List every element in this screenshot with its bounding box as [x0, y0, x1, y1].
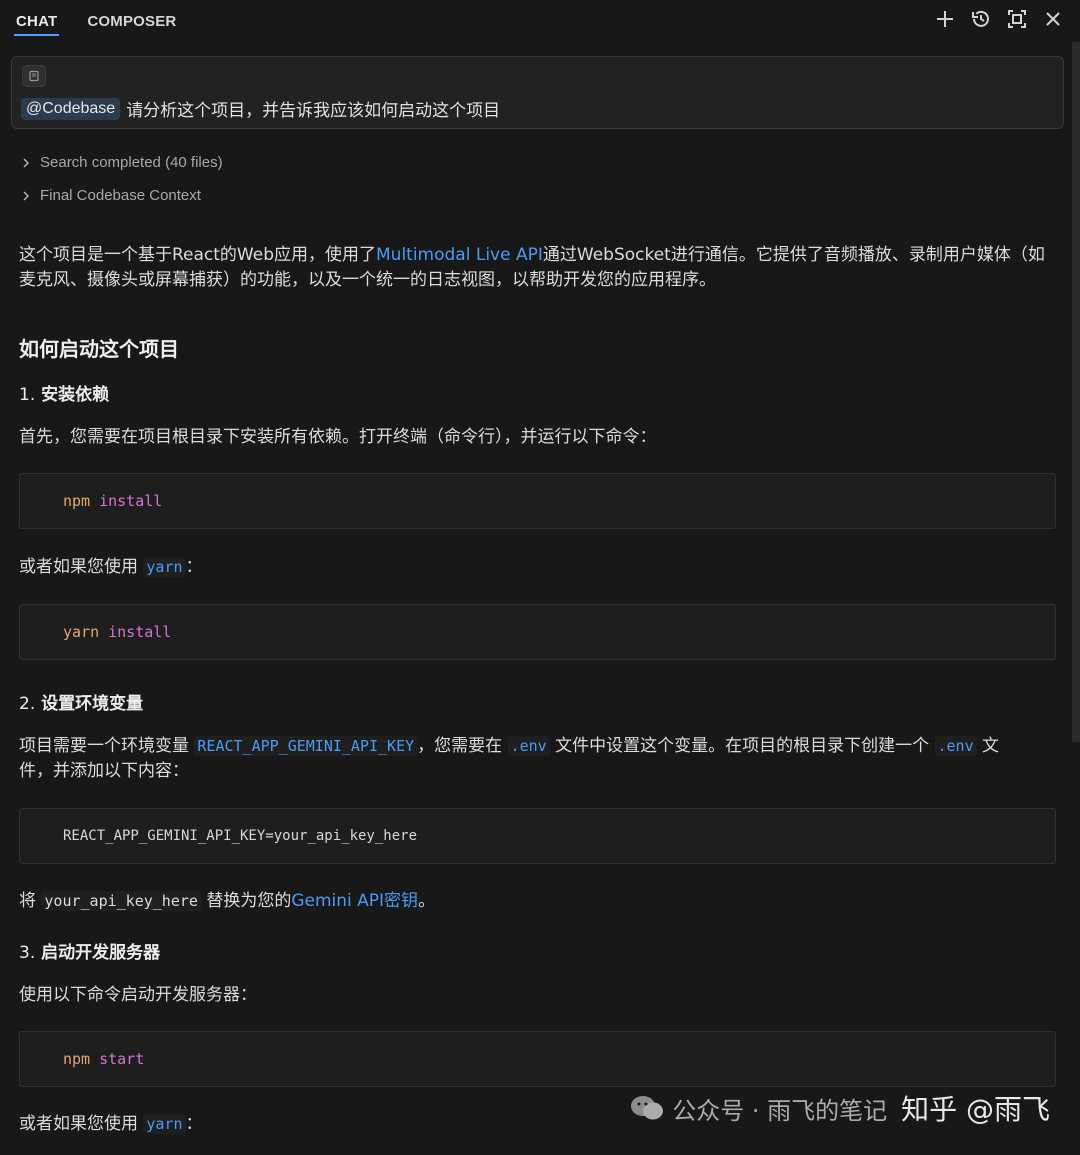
scrollbar[interactable] — [1072, 42, 1080, 742]
desc-text: 文 — [982, 736, 1000, 756]
step-title: 启动开发服务器 — [41, 943, 161, 963]
step-number: 2. — [19, 694, 36, 714]
maximize-icon[interactable] — [1006, 8, 1028, 30]
step-label: Final Codebase Context — [40, 187, 201, 204]
toolbar-icons — [934, 8, 1064, 30]
file-context-icon[interactable] — [22, 65, 46, 87]
user-prompt-box: @Codebase 请分析这个项目，并告诉我应该如何启动这个项目 — [11, 56, 1064, 129]
alt-suffix: ： — [185, 557, 203, 577]
desc-text-line2: 件，并添加以下内容： — [19, 761, 189, 781]
inline-code-env: .env — [934, 736, 977, 756]
step-1-desc: 首先，您需要在项目根目录下安装所有依赖。打开终端（命令行），并运行以下命令： — [19, 427, 657, 447]
code-command: npm — [63, 1050, 91, 1068]
intro-text: 这个项目是一个基于React的Web应用，使用了 — [19, 245, 376, 265]
close-icon[interactable] — [1042, 8, 1064, 30]
prompt-text: 请分析这个项目，并告诉我应该如何启动这个项目 — [126, 101, 501, 121]
tab-bar: CHAT COMPOSER — [0, 13, 206, 42]
desc-text: 项目需要一个环境变量 — [19, 736, 189, 756]
code-argument: install — [108, 623, 172, 641]
wechat-watermark: 公众号 · 雨飞的笔记 — [630, 1091, 887, 1126]
code-block-npm-start[interactable]: npm start — [19, 1031, 1056, 1087]
step-3-title: 3. 启动开发服务器 — [19, 938, 160, 963]
inline-code-yarn: yarn — [143, 1114, 186, 1134]
zhihu-watermark: 知乎 @雨飞 — [901, 1093, 1050, 1126]
code-argument: install — [99, 492, 163, 510]
alt-suffix: ： — [185, 1114, 203, 1134]
desc-text: ，您需要在 — [417, 736, 503, 756]
code-block-yarn-install[interactable]: yarn install — [19, 604, 1056, 660]
step-2-title: 2. 设置环境变量 — [19, 689, 143, 714]
replace-text: 替换为您的 — [206, 891, 292, 911]
desc-text: 文件中设置这个变量。在项目的根目录下创建一个 — [555, 736, 930, 756]
step-2-replace: 将 your_api_key_here 替换为您的Gemini API密钥。 — [19, 889, 1054, 914]
inline-code-yarn: yarn — [143, 557, 186, 577]
intro-text: 通过WebSocket进行通信。它提供了音频播放、录制用户媒体（如 — [542, 245, 1045, 265]
step-final-context[interactable]: Final Codebase Context — [20, 187, 201, 204]
step-3-desc: 使用以下命令启动开发服务器： — [19, 985, 257, 1005]
codebase-mention[interactable]: @Codebase — [21, 97, 121, 120]
intro-text-line2: 麦克风、摄像头或屏幕捕获）的功能，以及一个统一的日志视图，以帮助开发您的应用程序… — [19, 270, 716, 290]
prompt-line: @Codebase 请分析这个项目，并告诉我应该如何启动这个项目 — [21, 96, 500, 121]
step-number: 1. — [19, 385, 36, 405]
chevron-right-icon — [23, 191, 29, 200]
step-1-title: 1. 安装依赖 — [19, 380, 109, 405]
gemini-api-key-link[interactable]: Gemini API密钥 — [291, 891, 418, 911]
tab-chat[interactable]: CHAT — [13, 13, 60, 42]
multimodal-live-api-link[interactable]: Multimodal Live API — [376, 245, 543, 265]
step-number: 3. — [19, 943, 36, 963]
code-block-env[interactable]: REACT_APP_GEMINI_API_KEY=your_api_key_he… — [19, 808, 1056, 864]
watermark: 公众号 · 雨飞的笔记 知乎 @雨飞 — [630, 1088, 1050, 1128]
code-argument: start — [99, 1050, 145, 1068]
step-1-alt: 或者如果您使用 yarn： — [19, 555, 1054, 580]
step-label: Search completed (40 files) — [40, 154, 223, 171]
replace-text: 将 — [19, 891, 36, 911]
wechat-text: 公众号 · 雨飞的笔记 — [672, 1096, 888, 1125]
step-search-completed[interactable]: Search completed (40 files) — [20, 154, 223, 171]
history-icon[interactable] — [970, 8, 992, 30]
code-env-content: REACT_APP_GEMINI_API_KEY=your_api_key_he… — [63, 828, 418, 844]
step-title: 安装依赖 — [41, 385, 110, 405]
section-heading: 如何启动这个项目 — [19, 337, 179, 361]
step-title: 设置环境变量 — [41, 694, 144, 714]
wechat-icon — [631, 1096, 664, 1120]
replace-text: 。 — [418, 891, 436, 911]
code-command: npm — [63, 492, 91, 510]
code-block-npm-install[interactable]: npm install — [19, 473, 1056, 529]
code-command: yarn — [63, 623, 100, 641]
inline-code-env: .env — [507, 736, 550, 756]
inline-code-var: REACT_APP_GEMINI_API_KEY — [194, 736, 418, 756]
alt-text: 或者如果您使用 — [19, 1114, 138, 1134]
tab-composer[interactable]: COMPOSER — [87, 13, 176, 42]
alt-text: 或者如果您使用 — [19, 557, 138, 577]
intro-paragraph: 这个项目是一个基于React的Web应用，使用了Multimodal Live … — [19, 243, 1054, 293]
step-2-desc: 项目需要一个环境变量 REACT_APP_GEMINI_API_KEY ，您需要在… — [19, 734, 1054, 784]
inline-code-api-key: your_api_key_here — [41, 891, 201, 911]
plus-icon[interactable] — [934, 8, 956, 30]
top-bar: CHAT COMPOSER — [0, 0, 1080, 42]
chevron-right-icon — [23, 158, 29, 167]
